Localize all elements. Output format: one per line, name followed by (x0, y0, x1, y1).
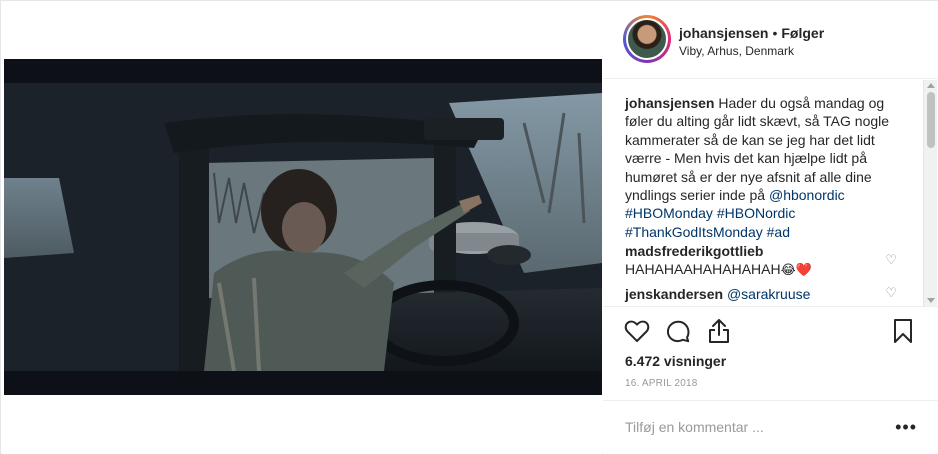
scroll-thumb[interactable] (927, 92, 935, 148)
comment-input[interactable]: Tilføj en kommentar ... (625, 419, 764, 435)
post-caption: johansjensen Hader du også mandag og føl… (625, 94, 897, 241)
letterbox-top (4, 59, 602, 83)
video-frame (4, 83, 602, 371)
comments-section[interactable]: johansjensen Hader du også mandag og føl… (603, 80, 938, 306)
comment-text: HAHAHAAHAHAHAHAH (625, 261, 781, 278)
header-username[interactable]: johansjensen (679, 25, 768, 41)
post-media (2, 2, 602, 454)
post-sidebar: johansjensen • Følger Viby, Arhus, Denmark… (603, 1, 938, 454)
heart-icon[interactable] (623, 317, 651, 345)
scroll-up-arrow-icon[interactable] (927, 83, 935, 88)
mention-hbonordic[interactable]: @hbonordic (769, 187, 845, 203)
comment-item: jenskandersen @sarakruuse (625, 285, 897, 303)
hashtag-hbomonday[interactable]: #HBOMonday (625, 205, 713, 221)
caption-text: Hader du også mandag og føler du alting … (625, 95, 890, 204)
add-comment-bar[interactable]: Tilføj en kommentar ... ••• (603, 400, 938, 454)
hashtag-hbonordic[interactable]: #HBONordic (717, 205, 796, 221)
letterbox-bottom (4, 371, 602, 395)
story-ring[interactable] (623, 15, 671, 63)
caption-username[interactable]: johansjensen (625, 95, 714, 111)
comment-item: madsfrederikgottlieb HAHAHAAHAHAHAHAH😂❤️ (625, 242, 897, 280)
post-header: johansjensen • Følger Viby, Arhus, Denmark (603, 1, 938, 79)
laughing-heart-emoji-icon: 😂❤️ (780, 262, 812, 278)
bookmark-icon[interactable] (889, 317, 917, 345)
hashtag-ad[interactable]: #ad (767, 224, 790, 240)
comment-mention[interactable]: @sarakruuse (727, 286, 810, 302)
comment-like-heart-icon[interactable]: ♡ (885, 252, 897, 268)
comment-username[interactable]: jenskandersen (625, 286, 723, 302)
more-options-icon[interactable]: ••• (895, 417, 917, 438)
location-link[interactable]: Viby, Arhus, Denmark (679, 44, 794, 58)
action-bar (603, 306, 938, 356)
comment-like-heart-icon[interactable]: ♡ (885, 285, 897, 301)
comment-username[interactable]: madsfrederikgottlieb (625, 242, 897, 260)
instagram-post: johansjensen • Følger Viby, Arhus, Denmark… (0, 0, 938, 454)
comments-scrollbar[interactable] (923, 80, 937, 306)
video-player[interactable] (4, 59, 602, 395)
user-line: johansjensen • Følger (679, 25, 824, 41)
video-still (4, 83, 602, 371)
separator-dot: • (772, 25, 778, 41)
avatar[interactable] (626, 18, 668, 60)
scroll-down-arrow-icon[interactable] (927, 298, 935, 303)
share-icon[interactable] (705, 317, 733, 345)
view-count[interactable]: 6.472 visninger (625, 353, 726, 369)
post-date[interactable]: 16. APRIL 2018 (625, 378, 697, 389)
comment-icon[interactable] (664, 317, 692, 345)
hashtag-thankgoditsmonday[interactable]: #ThankGodItsMonday (625, 224, 763, 240)
follow-button[interactable]: Følger (781, 25, 824, 41)
